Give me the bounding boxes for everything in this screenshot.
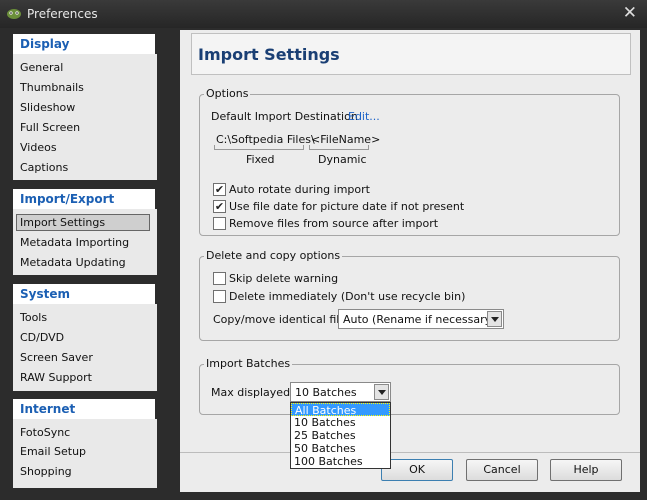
options-legend: Options (204, 87, 251, 100)
sidebar-item-shopping[interactable]: Shopping (20, 465, 72, 478)
fixed-caption: Fixed (246, 153, 275, 166)
max-displayed-listbox: All Batches 10 Batches 25 Batches 50 Bat… (290, 402, 391, 469)
sidebar-item-raw-support[interactable]: RAW Support (20, 371, 92, 384)
sidebar-group-internet: FotoSync Email Setup Shopping (13, 419, 157, 488)
close-icon[interactable]: ✕ (623, 3, 637, 23)
sidebar-item-tools[interactable]: Tools (20, 311, 47, 324)
app-icon (7, 9, 21, 19)
import-batches-group: Import Batches Max displayed 10 Batches (199, 357, 620, 415)
sidebar-item-videos[interactable]: Videos (20, 141, 57, 154)
identical-files-value: Auto (Rename if necessary) (343, 313, 496, 326)
button-separator (180, 452, 640, 453)
use-file-date-checkbox[interactable]: ✔ (213, 200, 226, 213)
sidebar-item-metadata-importing[interactable]: Metadata Importing (20, 236, 129, 249)
sidebar-item-slideshow[interactable]: Slideshow (20, 101, 75, 114)
sidebar-group-import-export: Import Settings Metadata Importing Metad… (13, 209, 157, 275)
import-destination-label: Default Import Destination (211, 110, 358, 123)
title-bar: Preferences ✕ (0, 0, 647, 28)
check-icon: ✔ (214, 183, 225, 196)
delete-immediately-label: Delete immediately (Don't use recycle bi… (229, 290, 466, 303)
sidebar-section-display: Display (13, 34, 155, 54)
window-title: Preferences (27, 7, 98, 21)
sidebar-item-metadata-updating[interactable]: Metadata Updating (20, 256, 126, 269)
identical-files-select[interactable]: Auto (Rename if necessary) (338, 309, 504, 329)
page-header: Import Settings (191, 33, 631, 75)
sidebar-item-fotosync[interactable]: FotoSync (20, 426, 70, 439)
sidebar-group-system: Tools CD/DVD Screen Saver RAW Support (13, 304, 157, 391)
delete-copy-legend: Delete and copy options (204, 249, 343, 262)
listbox-option[interactable]: 50 Batches (291, 442, 390, 455)
sidebar-item-cd-dvd[interactable]: CD/DVD (20, 331, 64, 344)
options-group: Options Default Import Destination Edit.… (199, 87, 620, 236)
dynamic-caption: Dynamic (318, 153, 367, 166)
auto-rotate-label: Auto rotate during import (229, 183, 370, 196)
listbox-option[interactable]: 25 Batches (291, 429, 390, 442)
sidebar-item-captions[interactable]: Captions (20, 161, 68, 174)
delete-copy-group: Delete and copy options Skip delete warn… (199, 249, 620, 341)
sidebar-item-import-settings[interactable]: Import Settings (16, 214, 150, 231)
dynamic-bracket (309, 145, 369, 150)
delete-immediately-checkbox[interactable] (213, 290, 226, 303)
page-title: Import Settings (198, 45, 340, 64)
main-panel: Import Settings Options Default Import D… (180, 30, 640, 492)
listbox-option[interactable]: 10 Batches (291, 416, 390, 429)
use-file-date-label: Use file date for picture date if not pr… (229, 200, 465, 213)
max-displayed-select[interactable]: 10 Batches (290, 382, 391, 402)
sidebar-item-email-setup[interactable]: Email Setup (20, 445, 86, 458)
remove-files-label: Remove files from source after import (229, 217, 439, 230)
cancel-button[interactable]: Cancel (466, 459, 538, 481)
max-displayed-value: 10 Batches (295, 386, 357, 399)
identical-files-dropdown-button[interactable] (487, 311, 502, 327)
sidebar-section-import-export: Import/Export (13, 189, 155, 209)
import-batches-legend: Import Batches (204, 357, 293, 370)
listbox-option[interactable]: All Batches (291, 403, 390, 417)
help-button[interactable]: Help (550, 459, 622, 481)
edit-destination-link[interactable]: Edit... (348, 110, 380, 123)
sidebar-item-screen-saver[interactable]: Screen Saver (20, 351, 93, 364)
listbox-option[interactable]: 100 Batches (291, 455, 390, 468)
sidebar-item-full-screen[interactable]: Full Screen (20, 121, 80, 134)
skip-delete-warning-label: Skip delete warning (229, 272, 339, 285)
auto-rotate-checkbox[interactable]: ✔ (213, 183, 226, 196)
sidebar-item-general[interactable]: General (20, 61, 63, 74)
sidebar-item-thumbnails[interactable]: Thumbnails (20, 81, 84, 94)
check-icon: ✔ (214, 200, 225, 213)
max-displayed-label: Max displayed (211, 386, 291, 399)
identical-files-label: Copy/move identical files (213, 313, 352, 326)
sidebar-section-system: System (13, 284, 155, 304)
max-displayed-dropdown-button[interactable] (374, 384, 389, 400)
skip-delete-warning-checkbox[interactable] (213, 272, 226, 285)
fixed-bracket (214, 145, 304, 150)
sidebar-group-display: General Thumbnails Slideshow Full Screen… (13, 54, 157, 180)
sidebar-section-internet: Internet (13, 399, 155, 419)
chevron-down-icon (491, 317, 499, 322)
remove-files-checkbox[interactable] (213, 217, 226, 230)
chevron-down-icon (378, 390, 386, 395)
ok-button[interactable]: OK (381, 459, 453, 481)
